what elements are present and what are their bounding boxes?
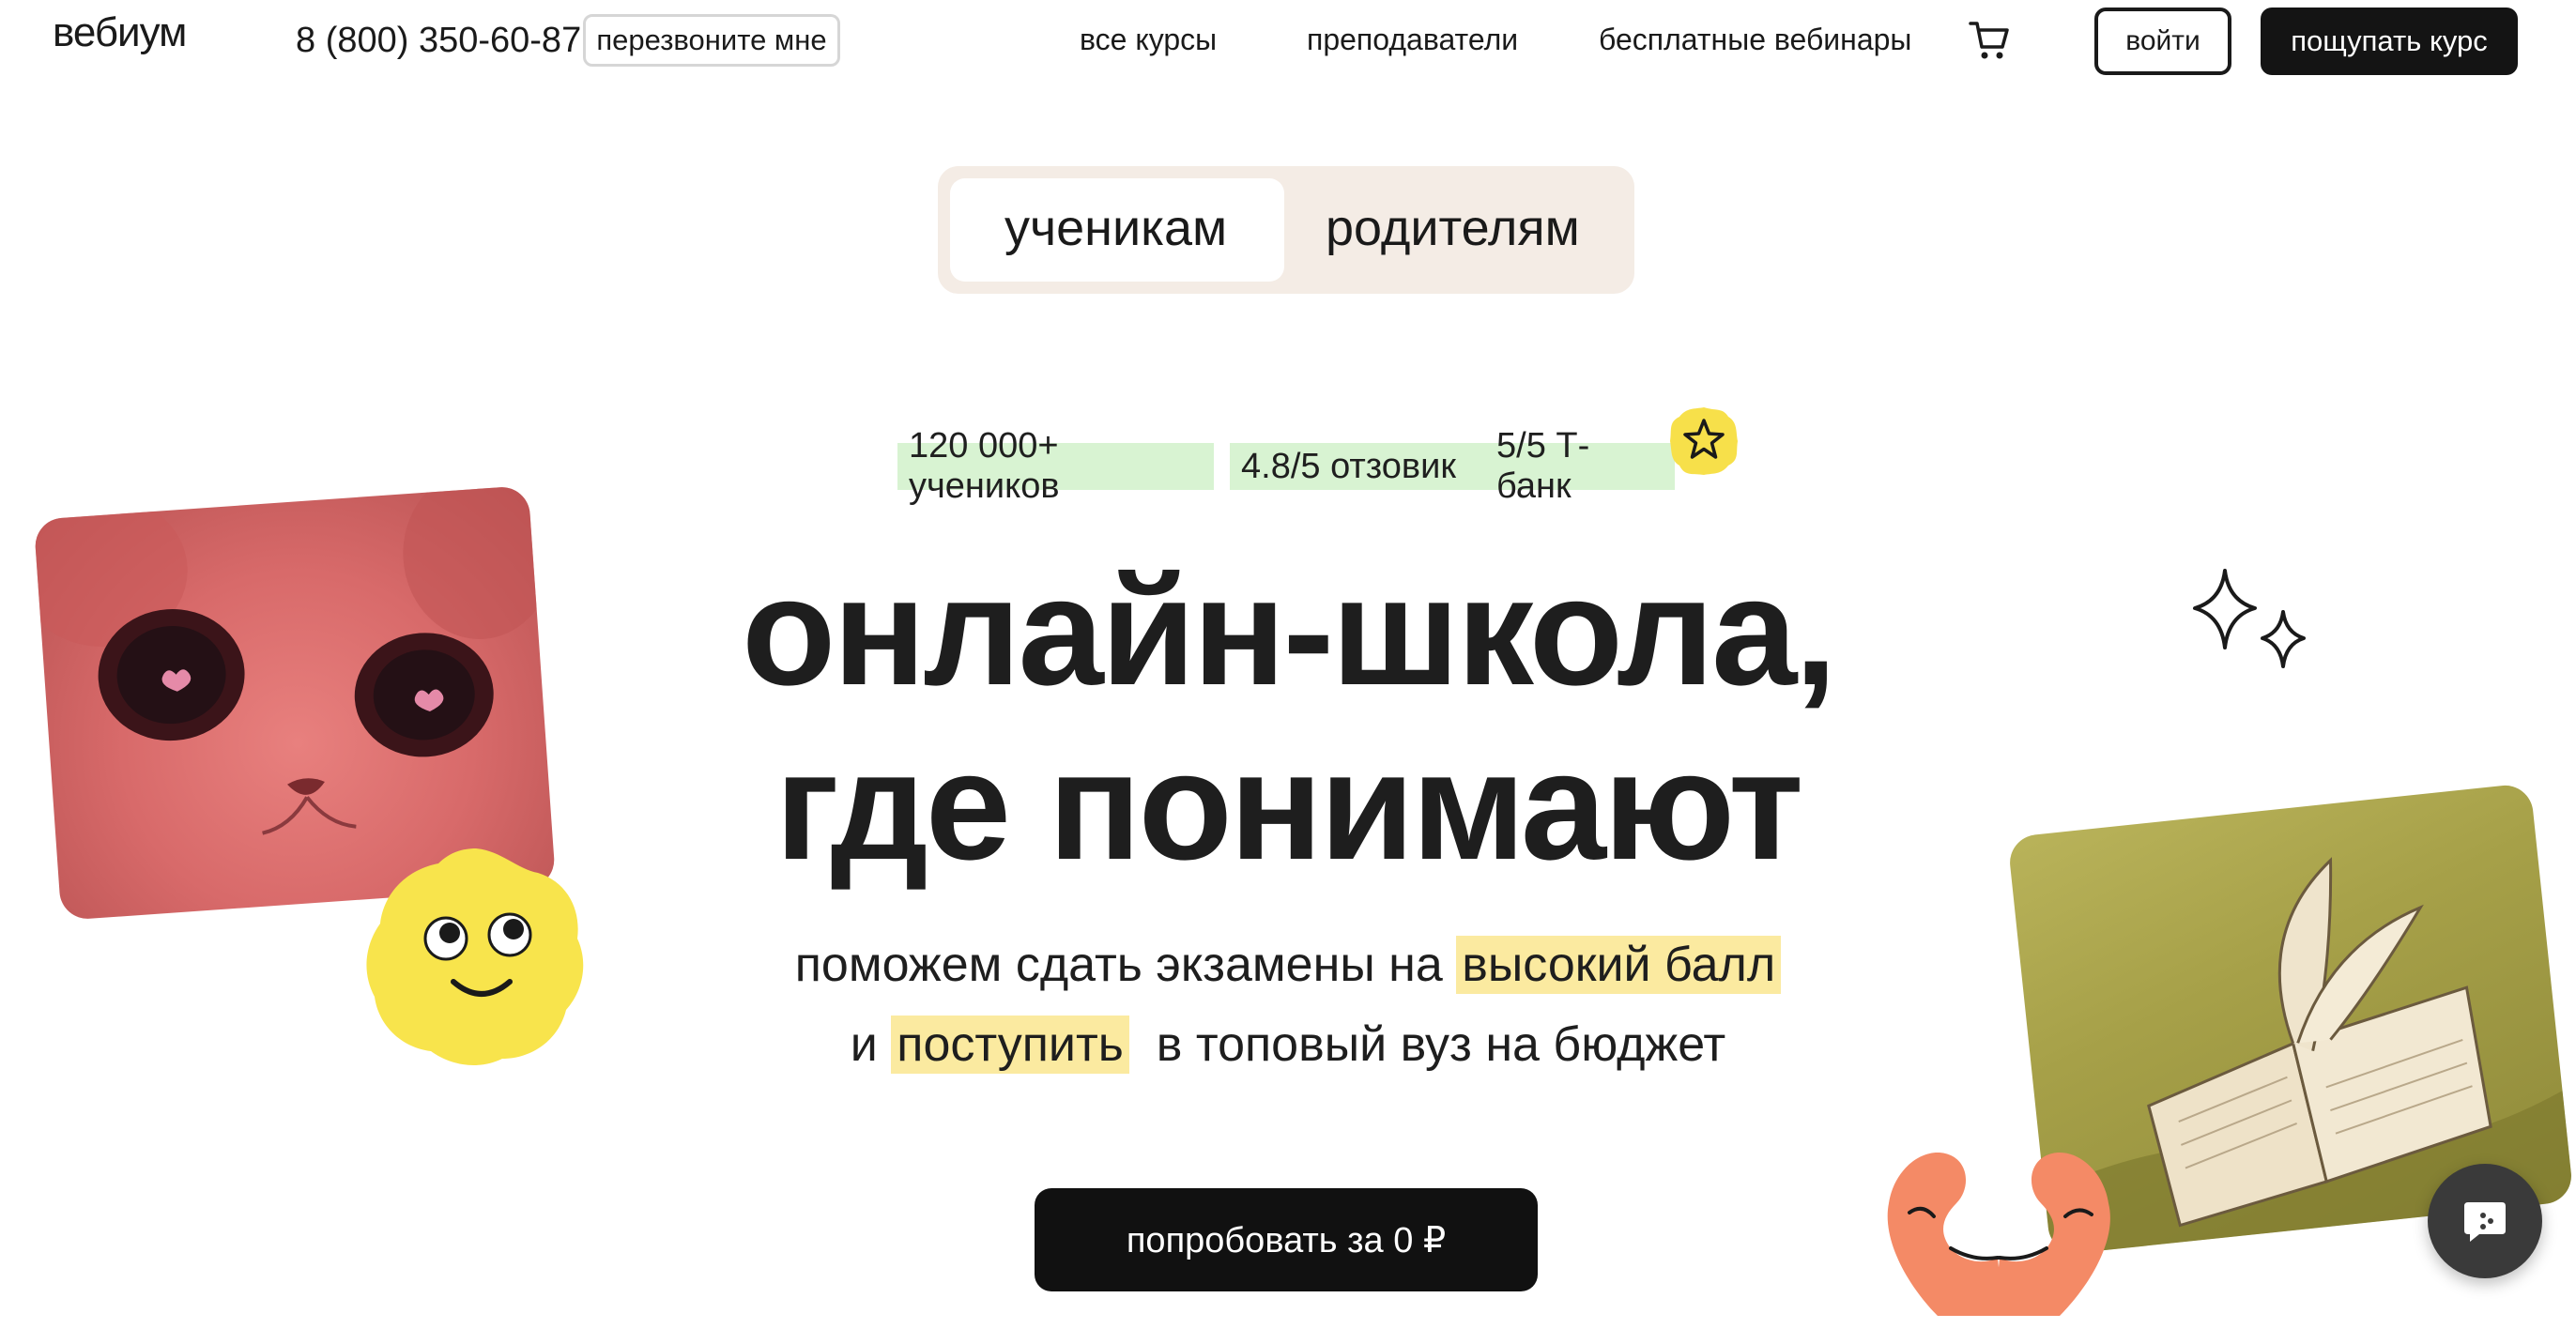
headline-line-2: где понимают: [774, 720, 1804, 892]
smiley-blob-icon: [366, 848, 584, 1065]
try-free-button[interactable]: попробовать за 0 ₽: [1035, 1188, 1538, 1291]
subtitle-text: в топовый вуз на бюджет: [1128, 1017, 1726, 1072]
cart-icon[interactable]: [1968, 19, 2011, 62]
hero-headline: онлайн-школа, где понимают: [732, 544, 1844, 893]
tab-students[interactable]: ученикам: [1004, 199, 1227, 257]
stat-badge-students: 120 000+ учеников: [897, 426, 1214, 506]
subtitle-text: поможем сдать экзамены на: [794, 938, 1457, 992]
chat-icon: [2464, 1202, 2506, 1242]
login-button[interactable]: войти: [2094, 8, 2231, 75]
tab-parents[interactable]: родителям: [1326, 199, 1580, 257]
highlight-high-score: высокий балл: [1456, 936, 1782, 994]
sparkles-icon: [2193, 569, 2306, 668]
nav-all-courses[interactable]: все курсы: [1080, 23, 1217, 57]
stat-badge-otzovik: 4.8/5 отзовик: [1230, 443, 1498, 490]
star-badge-icon: [1670, 407, 1738, 475]
logo[interactable]: вебиум: [53, 9, 187, 56]
subtitle-line-2: и поступить в топовый вуз на бюджет: [601, 1016, 1975, 1074]
subtitle-line-1: поможем сдать экзамены на высокий балл: [601, 936, 1975, 994]
headline-line-1: онлайн-школа,: [742, 545, 1837, 717]
nav-teachers[interactable]: преподаватели: [1307, 23, 1518, 57]
callback-button[interactable]: перезвоните мне: [583, 14, 840, 67]
stat-badge-tbank: 5/5 Т-банк: [1485, 426, 1675, 506]
try-course-button[interactable]: пощупать курс: [2261, 8, 2518, 75]
nav-free-webinars[interactable]: бесплатные вебинары: [1599, 23, 1911, 57]
highlight-enroll: поступить: [891, 1016, 1129, 1074]
heart-hands-icon: [1887, 1152, 2110, 1316]
chat-button[interactable]: [2428, 1164, 2542, 1278]
phone-number[interactable]: 8 (800) 350-60-87: [296, 21, 581, 61]
subtitle-text: и: [850, 1017, 892, 1072]
